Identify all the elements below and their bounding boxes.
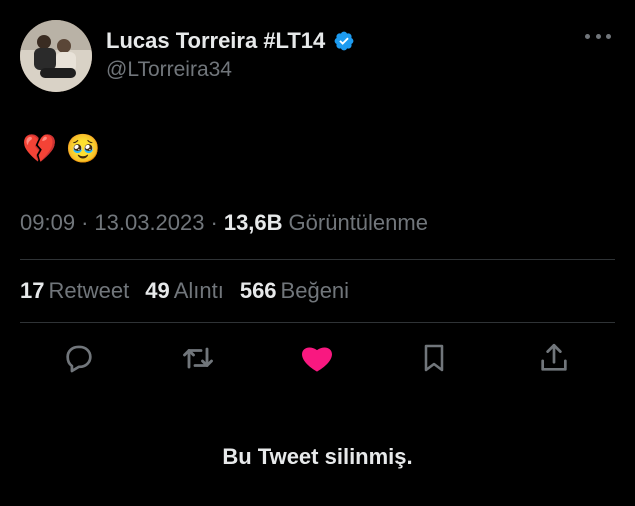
deleted-notice: Bu Tweet silinmiş. [222, 444, 413, 469]
views-label: Görüntülenme [288, 210, 428, 235]
tweet-date[interactable]: 13.03.2023 [94, 210, 204, 236]
retweet-button[interactable] [178, 338, 218, 378]
quotes-count: 49 [145, 278, 170, 303]
meta-separator: · [210, 210, 218, 235]
share-icon [541, 343, 567, 371]
retweet-icon [183, 347, 213, 369]
heart-icon [302, 347, 332, 372]
views-count: 13,6B [223, 210, 283, 235]
tweet-text: 💔 🥹 [22, 132, 101, 165]
verified-badge-icon [333, 30, 355, 52]
likes-stat[interactable]: 566 Beğeni [240, 278, 349, 304]
more-options-icon[interactable] [585, 26, 611, 46]
tweet-actions [0, 338, 635, 382]
avatar[interactable] [20, 20, 92, 92]
author-handle[interactable]: @LTorreira34 [106, 58, 232, 82]
reply-icon [66, 345, 92, 373]
avatar-image [20, 20, 92, 92]
author-name[interactable]: Lucas Torreira #LT14 [106, 28, 325, 54]
divider [20, 322, 615, 323]
retweets-count: 17 [20, 278, 45, 303]
likes-count: 566 [239, 278, 277, 303]
retweets-stat[interactable]: 17 Retweet [20, 278, 129, 304]
divider [20, 259, 615, 260]
reply-button[interactable] [59, 338, 99, 378]
author-name-row[interactable]: Lucas Torreira #LT14 [106, 28, 355, 54]
meta-separator: · [81, 210, 89, 235]
share-button[interactable] [534, 338, 574, 378]
bookmark-button[interactable] [414, 338, 454, 378]
likes-label: Beğeni [280, 278, 350, 303]
quotes-stat[interactable]: 49 Alıntı [145, 278, 224, 304]
tweet-meta: 09:09 · 13.03.2023 · 13,6B Görüntülenme [20, 210, 428, 236]
like-button[interactable] [297, 338, 337, 378]
tweet-time[interactable]: 09:09 [20, 210, 75, 236]
quotes-label: Alıntı [173, 278, 224, 303]
retweets-label: Retweet [48, 278, 130, 303]
tweet-stats: 17 Retweet 49 Alıntı 566 Beğeni [20, 278, 349, 304]
bookmark-icon [424, 344, 444, 372]
